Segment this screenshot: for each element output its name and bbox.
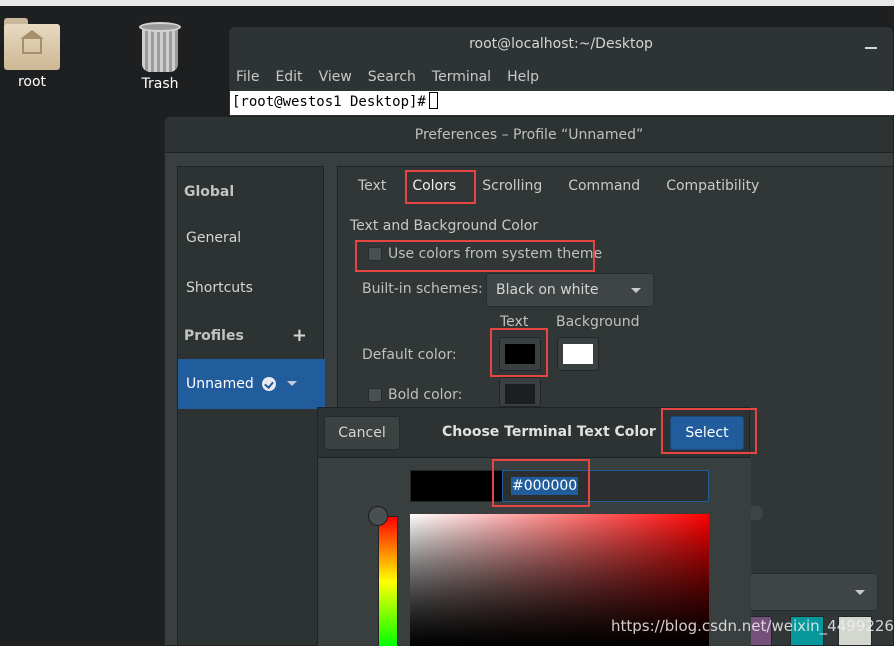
system-theme-label: Use colors from system theme <box>388 246 603 262</box>
menu-file[interactable]: File <box>236 69 259 85</box>
default-text-color-button[interactable] <box>499 337 541 371</box>
sidebar-item-shortcuts[interactable]: Shortcuts <box>178 263 325 313</box>
builtin-schemes-select[interactable]: Black on white <box>486 273 654 307</box>
hue-slider[interactable] <box>378 516 398 646</box>
default-profile-check-icon <box>262 377 276 391</box>
bold-color-checkbox[interactable]: Bold color: <box>368 387 462 403</box>
palette-scheme-select[interactable] <box>750 573 878 611</box>
shell-prompt: [root@westos1 Desktop]# <box>232 94 426 110</box>
menu-help[interactable]: Help <box>507 69 539 85</box>
dialog-header: Cancel Choose Terminal Text Color Select <box>318 408 757 458</box>
checkbox-box[interactable] <box>368 388 382 402</box>
tab-text[interactable]: Text <box>350 167 394 211</box>
dialog-title: Choose Terminal Text Color <box>442 424 656 440</box>
text-color-swatch <box>505 344 535 364</box>
profiles-label: Profiles <box>184 328 244 344</box>
default-background-color-button[interactable] <box>557 337 599 371</box>
hex-color-input[interactable]: #000000 <box>502 470 709 502</box>
watermark-text: https://blog.csdn.net/weixin_44992260 <box>611 617 894 635</box>
tab-compatibility[interactable]: Compatibility <box>658 167 767 211</box>
builtin-schemes-label: Built-in schemes: <box>362 281 483 297</box>
chevron-down-icon[interactable] <box>287 381 297 386</box>
desktop-icon-trash[interactable]: Trash <box>120 22 200 92</box>
menu-search[interactable]: Search <box>368 69 416 85</box>
profile-name: Unnamed <box>186 376 254 392</box>
terminal-title: root@localhost:~/Desktop <box>469 36 653 52</box>
trash-icon <box>139 22 181 72</box>
hue-slider-handle[interactable] <box>368 506 388 526</box>
tab-command[interactable]: Command <box>560 167 648 211</box>
tab-colors[interactable]: Colors <box>404 167 464 211</box>
home-folder-icon <box>4 18 60 70</box>
section-title: Text and Background Color <box>350 218 539 234</box>
text-cursor <box>428 92 438 109</box>
terminal-menubar: File Edit View Search Terminal Help <box>229 63 893 91</box>
color-chooser-dialog: Cancel Choose Terminal Text Color Select… <box>317 407 757 646</box>
system-theme-checkbox[interactable]: Use colors from system theme <box>368 246 602 262</box>
checkbox-box[interactable] <box>368 247 382 261</box>
top-panel-strip <box>0 0 894 6</box>
terminal-window: root@localhost:~/Desktop File Edit View … <box>228 26 894 126</box>
text-column-label: Text <box>500 314 529 330</box>
preferences-title: Preferences – Profile “Unnamed” <box>165 117 893 153</box>
bold-color-label: Bold color: <box>388 387 463 403</box>
terminal-console[interactable]: [root@westos1 Desktop]# <box>230 91 894 115</box>
add-profile-button[interactable]: + <box>292 311 307 361</box>
sidebar-header-profiles: Profiles + <box>178 311 325 361</box>
sidebar-item-unnamed-profile[interactable]: Unnamed <box>178 359 325 409</box>
color-preview <box>410 470 502 502</box>
background-color-swatch <box>563 344 593 364</box>
default-color-label: Default color: <box>362 347 457 363</box>
hex-value-selected: #000000 <box>511 477 579 495</box>
desktop-icon-label: root <box>17 74 47 90</box>
minimize-icon[interactable] <box>865 35 879 49</box>
bold-color-button[interactable] <box>499 377 541 407</box>
menu-view[interactable]: View <box>319 69 352 85</box>
desktop-icon-label: Trash <box>141 76 179 92</box>
profile-tabs: Text Colors Scrolling Command Compatibil… <box>338 167 893 211</box>
cancel-button[interactable]: Cancel <box>324 416 400 450</box>
sidebar-item-general[interactable]: General <box>178 213 325 263</box>
bold-color-swatch <box>505 384 535 404</box>
sidebar-header-global: Global <box>184 184 235 200</box>
background-column-label: Background <box>556 314 640 330</box>
terminal-titlebar: root@localhost:~/Desktop <box>229 27 893 63</box>
select-button[interactable]: Select <box>670 416 744 450</box>
tab-scrolling[interactable]: Scrolling <box>474 167 550 211</box>
preferences-sidebar: Global General Shortcuts Profiles + Unna… <box>177 166 325 645</box>
menu-terminal[interactable]: Terminal <box>432 69 491 85</box>
desktop-icon-root[interactable]: root <box>0 18 72 90</box>
menu-edit[interactable]: Edit <box>275 69 302 85</box>
